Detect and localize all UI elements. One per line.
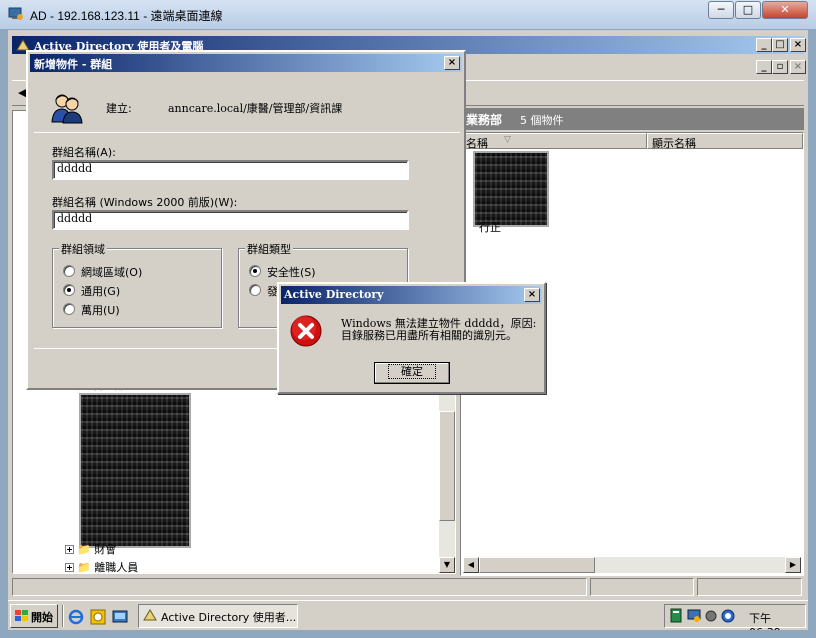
error-dialog-close-button[interactable]: × <box>524 288 540 302</box>
mdi-minimize-button[interactable]: _ <box>756 60 772 74</box>
scroll-right-button[interactable]: ▶ <box>785 557 801 573</box>
mdi-restore-button[interactable]: ▫ <box>772 60 788 74</box>
group-name-pre2000-input[interactable]: ddddd <box>52 210 409 230</box>
taskbar-task-aduc[interactable]: Active Directory 使用者... <box>138 604 298 628</box>
aduc-maximize-button[interactable]: □ <box>772 38 788 52</box>
remote-desktop-icon <box>8 7 24 21</box>
error-message: Windows 無法建立物件 ddddd，原因: 目錄服務已用盡所有相關的識別元… <box>341 318 536 342</box>
list-horizontal-scrollbar[interactable]: ◀ ▶ <box>463 557 801 573</box>
start-label: 開始 <box>31 611 53 624</box>
column-header-display-name[interactable]: 顯示名稱 <box>647 133 803 150</box>
type-security-radio[interactable] <box>249 265 261 277</box>
tree-item-finance[interactable]: 📁 財會 <box>77 541 116 557</box>
ok-button-label: 確定 <box>388 364 436 379</box>
type-distribution-radio[interactable] <box>249 284 261 296</box>
ok-button[interactable]: 確定 <box>374 362 450 384</box>
create-in-label: 建立: <box>106 102 132 115</box>
taskbar-separator <box>62 605 64 627</box>
column-header-name[interactable]: 名稱 ▽ <box>461 133 647 150</box>
divider <box>34 132 460 133</box>
new-group-dialog-titlebar: 新增物件 - 群組 × <box>30 54 462 72</box>
aduc-close-button[interactable]: × <box>790 38 806 52</box>
taskbar-clock: 下午 06:39 <box>749 612 781 630</box>
task-label: Active Directory 使用者... <box>161 611 297 624</box>
volume-icon[interactable] <box>705 610 717 625</box>
right-pane-header: 業務部 5 個物件 <box>460 108 804 130</box>
right-pane-object-count: 5 個物件 <box>520 114 564 127</box>
error-message-line: 目錄服務已用盡所有相關的識別元。 <box>341 329 517 342</box>
tree-item-expander[interactable] <box>65 544 74 557</box>
tree-item-label: 離職人員 <box>94 561 139 574</box>
error-dialog-title: Active Directory <box>284 288 384 301</box>
redacted-list-items <box>473 151 549 227</box>
system-tray: 下午 06:39 <box>664 604 806 630</box>
tree-item-expander[interactable] <box>65 562 74 575</box>
network-icon[interactable] <box>669 608 683 627</box>
dialog-title: 新增物件 - 群組 <box>34 58 113 71</box>
status-bar-panel <box>697 578 802 596</box>
remote-desktop-area: Active Directory 使用者及電腦 _ □ × _ ▫ × ◀ 📁 … <box>8 30 808 630</box>
rdp-titlebar: AD - 192.168.123.11 - 遠端桌面連線 ─ □ ✕ <box>0 0 816 30</box>
group-type-label: 群組類型 <box>245 241 293 257</box>
rdp-window-title: AD - 192.168.123.11 - 遠端桌面連線 <box>30 9 223 23</box>
rdp-minimize-button[interactable]: ─ <box>708 1 734 19</box>
error-dialog-titlebar: Active Directory × <box>281 286 542 304</box>
mdi-close-button[interactable]: × <box>790 60 806 74</box>
column-header-label: 顯示名稱 <box>652 137 696 150</box>
scroll-down-button[interactable]: ▼ <box>439 557 455 573</box>
windows-logo-icon <box>14 608 30 627</box>
dialog-close-button[interactable]: × <box>444 56 460 70</box>
scope-global-radio[interactable] <box>63 284 75 296</box>
tree-item-resigned[interactable]: 📁 離職人員 <box>77 559 138 575</box>
type-security-label[interactable]: 安全性(S) <box>267 264 316 280</box>
sort-arrow-icon: ▽ <box>504 135 511 145</box>
ou-folder-icon: 📁 <box>77 543 91 556</box>
scope-universal-radio[interactable] <box>63 303 75 315</box>
status-bar-panel <box>12 578 587 596</box>
scope-domain-local-radio[interactable] <box>63 265 75 277</box>
clock-app-icon[interactable] <box>90 609 106 628</box>
show-desktop-icon[interactable] <box>112 609 128 628</box>
create-in-path: anncare.local/康醫/管理部/資訊課 <box>168 102 343 115</box>
scroll-thumb[interactable] <box>439 411 455 521</box>
group-scope-label: 群組領域 <box>59 241 107 257</box>
monitor-icon[interactable] <box>687 609 701 626</box>
internet-explorer-icon[interactable] <box>68 609 84 628</box>
status-bar <box>12 578 804 596</box>
group-name-label: 群組名稱(A): <box>52 146 116 159</box>
redacted-tree-items <box>79 393 191 548</box>
status-bar-panel <box>590 578 694 596</box>
error-icon <box>289 314 323 351</box>
error-dialog: Active Directory × Windows 無法建立物件 ddddd，… <box>277 282 546 394</box>
right-pane-ou-name: 業務部 <box>466 113 503 127</box>
list-item-label: 行正 <box>479 221 501 234</box>
column-header-label: 名稱 <box>466 137 488 150</box>
scroll-left-button[interactable]: ◀ <box>463 557 479 573</box>
scope-domain-local-label[interactable]: 網域區域(O) <box>81 264 142 280</box>
group-name-pre2000-label: 群組名稱 (Windows 2000 前版)(W): <box>52 196 238 209</box>
scope-global-label[interactable]: 通用(G) <box>81 283 120 299</box>
rdp-maximize-button[interactable]: □ <box>735 1 761 19</box>
security-icon[interactable] <box>721 609 735 626</box>
group-icon <box>50 90 84 127</box>
aduc-task-icon <box>143 608 157 625</box>
rdp-close-button[interactable]: ✕ <box>762 1 808 19</box>
group-scope-groupbox: 群組領域 網域區域(O) 通用(G) 萬用(U) <box>52 241 222 328</box>
tree-item-label: 財會 <box>94 543 117 556</box>
aduc-minimize-button[interactable]: _ <box>756 38 772 52</box>
list-item[interactable]: 行正 <box>465 219 501 235</box>
taskbar: 開始 Active Directory 使用者... 下午 <box>8 600 808 630</box>
scope-universal-label[interactable]: 萬用(U) <box>81 302 120 318</box>
scroll-thumb[interactable] <box>479 557 595 573</box>
start-button[interactable]: 開始 <box>10 604 58 628</box>
group-name-input[interactable]: ddddd <box>52 160 409 180</box>
ou-folder-icon: 📁 <box>77 561 91 574</box>
